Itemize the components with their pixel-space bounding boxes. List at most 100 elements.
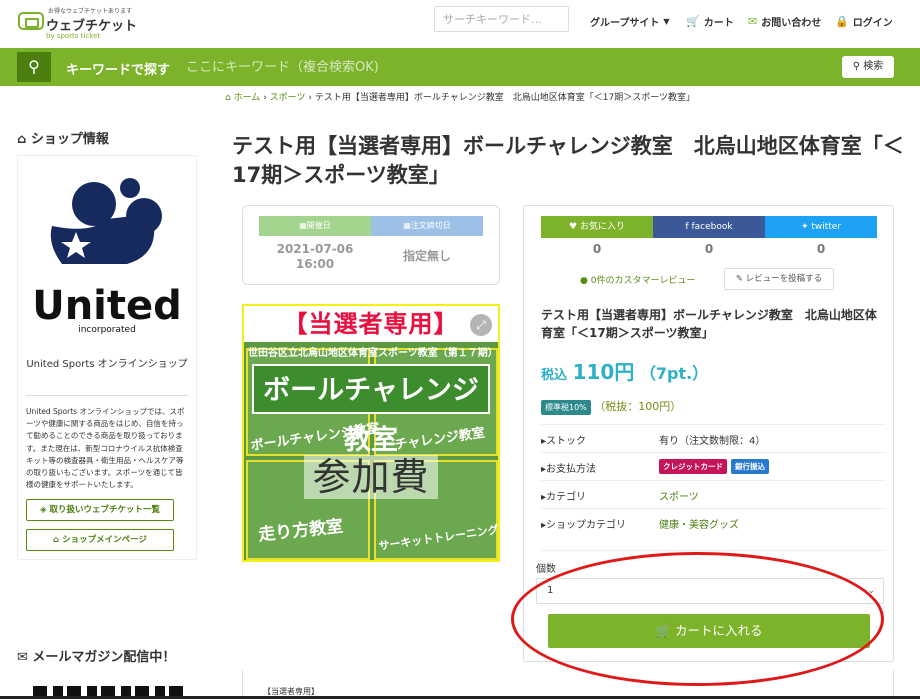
- spec-category-label-text: カテゴリ: [546, 492, 587, 503]
- twitter-icon: ✦: [800, 222, 812, 232]
- quantity-label: 個数: [536, 564, 556, 575]
- twitter-button[interactable]: ✦ twitter: [765, 216, 877, 238]
- nav-cart[interactable]: 🛒 カート: [686, 14, 734, 29]
- price-value: 110円: [572, 360, 635, 384]
- spec-stock-label-text: ストック: [546, 436, 587, 447]
- home-icon: ⌂: [17, 132, 31, 147]
- twitter-label: twitter: [811, 222, 842, 232]
- image-fee-text: 参加費: [244, 446, 498, 501]
- nav-login-label: ログイン: [852, 18, 893, 29]
- image-fee-label: 参加費: [304, 455, 438, 499]
- spec-category-value[interactable]: スポーツ: [659, 488, 699, 503]
- shop-logo[interactable]: United incorporated: [32, 164, 182, 335]
- spec-stock-label: ▸ストック: [541, 432, 586, 447]
- price: 税込 110円 （7pt.）: [541, 356, 708, 385]
- tax-excluded-price: （税抜：100円）: [594, 400, 682, 413]
- favorite-label: お気に入り: [579, 222, 625, 232]
- ticket-list-button[interactable]: ◈ 取り扱いウェブチケット一覧: [26, 499, 174, 522]
- home-icon: ⌂: [53, 535, 63, 546]
- image-panel-top-text: 世田谷区立北烏山地区体育室スポーツ教室（第１７期）: [248, 348, 498, 359]
- spec-stock-value: 有り（注文数制限：4）: [659, 436, 766, 447]
- heart-icon: ♥: [569, 222, 580, 232]
- image-title: ボールチャレンジ教室: [252, 364, 490, 456]
- tax-badge: 標準税10%: [541, 399, 591, 415]
- logo-word: United: [32, 283, 182, 329]
- breadcrumb-sports[interactable]: スポーツ: [270, 93, 306, 103]
- product-title: テスト用【当選者専用】ボールチャレンジ教室 北烏山地区体育室「＜17期＞スポーツ…: [232, 134, 904, 187]
- breadcrumb: ⌂ ホーム › スポーツ › テスト用【当選者専用】ボールチャレンジ教室 北烏山…: [0, 90, 920, 103]
- ticket-icon: [18, 12, 44, 30]
- site-logo[interactable]: お得なウェブチケットあります ウェブチケット by sports ticket: [18, 6, 158, 42]
- shop-info-heading-label: ショップ情報: [30, 132, 109, 147]
- divider: [541, 480, 886, 481]
- shop-main-page-button-label: ショップメインページ: [62, 535, 147, 546]
- calendar-icon: ▦: [299, 221, 307, 230]
- customer-reviews-link[interactable]: ● 0件のカスタマーレビュー: [580, 273, 695, 286]
- spec-shop-category-value[interactable]: 健康・美容グッズ: [659, 516, 739, 531]
- logo-tagline: お得なウェブチケットあります: [48, 8, 133, 15]
- divider: [541, 550, 886, 551]
- edit-icon: ✎: [735, 274, 746, 284]
- calendar-check-icon: ▦: [403, 221, 411, 230]
- post-review-label: レビューを投稿する: [745, 274, 823, 284]
- spec-payment-label-text: お支払方法: [546, 464, 597, 475]
- newsletter-heading-label: メールマガジン配信中！: [32, 650, 176, 665]
- price-points: （7pt.）: [639, 364, 709, 383]
- divider: [26, 395, 188, 396]
- event-date-label: 開催日: [306, 221, 331, 230]
- breadcrumb-current: テスト用【当選者専用】ボールチャレンジ教室 北烏山地区体育室「＜17期＞スポーツ…: [314, 93, 696, 103]
- event-date-header: ▦開催日: [259, 216, 371, 236]
- payment-bank-transfer-badge: 銀行振込: [731, 459, 769, 474]
- search-icon: ⚲: [852, 61, 864, 72]
- comment-icon: ●: [580, 276, 591, 286]
- breadcrumb-home-label: ホーム: [233, 93, 261, 103]
- nav-cart-label: カート: [703, 18, 734, 29]
- logo-sub: by sports ticket: [46, 32, 101, 40]
- header-search-input[interactable]: [434, 6, 569, 32]
- keyword-search-bar: ⚲ キーワードで探す ⚲ 検索: [0, 48, 920, 86]
- sidebar: ⌂ ショップ情報 United incorporated United Spor…: [17, 128, 197, 561]
- nav-contact[interactable]: ✉ お問い合わせ: [748, 14, 821, 29]
- deadline-label: 注文締切日: [410, 221, 451, 230]
- facebook-label: facebook: [691, 222, 733, 232]
- spec-payment-label: ▸お支払方法: [541, 460, 596, 475]
- shop-description: United Sports オンラインショップでは、スポーツや健康に関する商品を…: [26, 407, 185, 490]
- keyword-search-input[interactable]: [186, 54, 826, 80]
- breadcrumb-home[interactable]: ⌂ ホーム: [225, 93, 260, 103]
- tax-row: 標準税10% （税抜：100円）: [541, 398, 681, 415]
- facebook-button[interactable]: f facebook: [653, 216, 765, 238]
- twitter-count: 0: [816, 242, 826, 256]
- payment-credit-card-badge: クレジットカード: [659, 459, 727, 474]
- deadline-value: 指定無し: [402, 249, 451, 263]
- nav-group-sites-label: グループサイト: [590, 18, 660, 29]
- shop-info-box: United incorporated United Sports オンラインシ…: [17, 155, 197, 561]
- site-header: お得なウェブチケットあります ウェブチケット by sports ticket …: [0, 0, 920, 48]
- search-icon[interactable]: ⚲: [17, 52, 51, 82]
- highlight-annotation-circle: [511, 552, 884, 686]
- lock-icon: 🔒: [835, 15, 849, 28]
- newsletter-heading: ✉ メールマガジン配信中！: [17, 646, 175, 665]
- united-logo-mark: United incorporated: [32, 178, 182, 335]
- ticket-list-button-label: 取り扱いウェブチケット一覧: [49, 505, 160, 516]
- keyword-search-button[interactable]: ⚲ 検索: [842, 56, 894, 78]
- shop-main-page-button[interactable]: ⌂ ショップメインページ: [26, 529, 174, 552]
- deadline-header: ▦注文締切日: [371, 216, 483, 236]
- favorite-button[interactable]: ♥ お気に入り: [541, 216, 653, 238]
- mail-icon: ✉: [17, 650, 33, 665]
- mail-icon: ✉: [748, 15, 758, 28]
- nav-group-sites[interactable]: グループサイト ▼: [590, 14, 670, 29]
- product-image[interactable]: 【当選者専用】 世田谷区立北烏山地区体育室スポーツ教室（第１７期） ボールチャレ…: [242, 304, 500, 562]
- expand-icon[interactable]: ⤢: [470, 314, 492, 336]
- shop-name[interactable]: United Sports オンラインショップ: [26, 358, 188, 371]
- product-description: 【当選者専用】: [242, 670, 894, 699]
- price-prefix: 税込: [541, 368, 568, 383]
- home-icon: ⌂: [224, 93, 231, 103]
- post-review-button[interactable]: ✎ レビューを投稿する: [724, 268, 834, 290]
- spec-shop-category-label-text: ショップカテゴリ: [546, 520, 627, 531]
- facebook-count: 0: [704, 242, 714, 256]
- nav-login[interactable]: 🔒 ログイン: [835, 14, 893, 29]
- shop-info-heading: ⌂ ショップ情報: [17, 128, 197, 147]
- keyword-search-label: キーワードで探す: [66, 63, 171, 78]
- logo-sub-word: incorporated: [78, 325, 136, 334]
- spec-payment-value: クレジットカード 銀行振込: [659, 459, 773, 474]
